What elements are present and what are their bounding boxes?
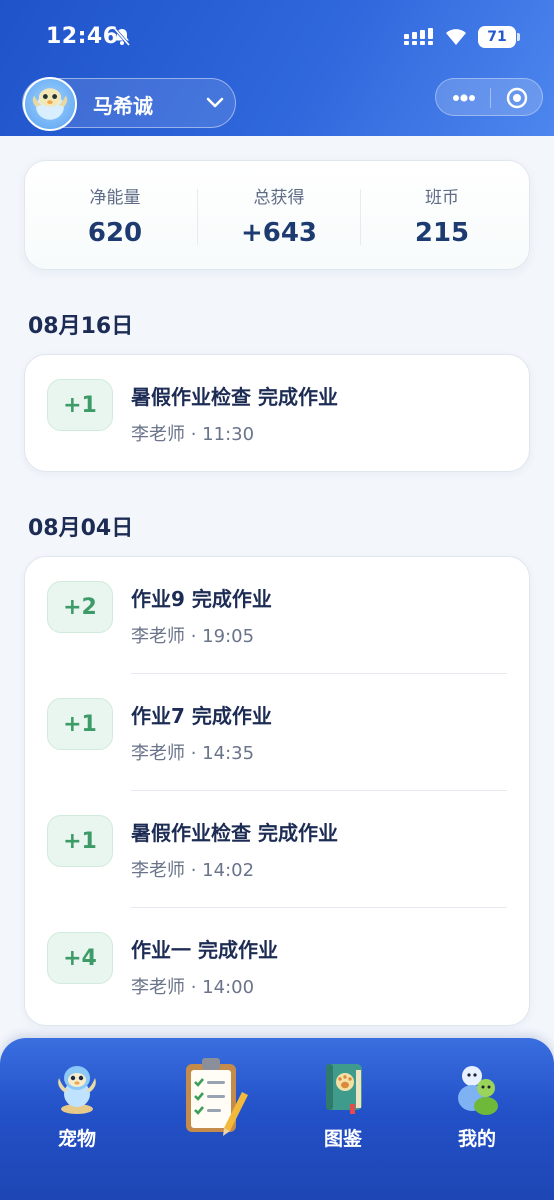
points-badge: +1	[47, 379, 113, 431]
stat-value: +643	[240, 218, 318, 248]
app-screen: 12:46 71 马希诚 净能量 620 总获得 +643 班币 215 08月…	[0, 0, 554, 1200]
nav-label: 宠物	[57, 1128, 96, 1150]
stat-label: 净能量	[89, 188, 141, 208]
date-header: 08月16日	[28, 314, 134, 339]
stat-value: 620	[87, 218, 143, 248]
nav-item-handbook[interactable]: 图鉴	[288, 1060, 398, 1151]
battery-level: 71	[478, 26, 516, 48]
record-title: 暑假作业检查 完成作业	[131, 821, 338, 845]
record-card: +2 作业9 完成作业 李老师 · 19:05 +1 作业7 完成作业 李老师 …	[24, 556, 530, 1026]
battery-tip	[517, 33, 520, 41]
miniprogram-capsule	[435, 78, 543, 116]
user-switcher[interactable]: 马希诚	[22, 77, 236, 131]
pet-icon	[58, 1066, 96, 1114]
record-title: 作业一 完成作业	[131, 938, 278, 962]
nav-item-tasks[interactable]	[176, 1052, 252, 1142]
more-icon[interactable]	[452, 92, 476, 104]
points-badge: +2	[47, 581, 113, 633]
pet-avatar-icon	[32, 88, 68, 120]
record-title: 作业7 完成作业	[131, 704, 272, 728]
signal-icon	[404, 28, 433, 45]
record-meta: 李老师 · 14:00	[131, 977, 255, 998]
points-badge: +1	[47, 815, 113, 867]
list-item[interactable]: +4 作业一 完成作业 李老师 · 14:00	[25, 908, 529, 1025]
date-header: 08月04日	[28, 516, 134, 541]
record-card: +1 暑假作业检查 完成作业 李老师 · 11:30	[24, 354, 530, 472]
points-badge: +1	[47, 698, 113, 750]
record-title: 暑假作业检查 完成作业	[131, 385, 338, 409]
paw-book-icon	[326, 1064, 362, 1114]
record-meta: 李老师 · 19:05	[131, 626, 255, 647]
capsule-divider	[490, 88, 491, 108]
summary-card: 净能量 620 总获得 +643 班币 215	[24, 160, 530, 270]
bell-muted-icon	[113, 28, 131, 46]
nav-item-pet[interactable]: 宠物	[22, 1060, 132, 1151]
nav-label: 图鉴	[323, 1128, 362, 1150]
stat-net-energy: 净能量 620	[31, 183, 199, 248]
record-title: 作业9 完成作业	[131, 587, 272, 611]
record-meta: 李老师 · 11:30	[131, 424, 255, 445]
stat-value: 215	[414, 218, 470, 248]
record-meta: 李老师 · 14:02	[131, 860, 255, 881]
stat-label: 班币	[425, 188, 459, 208]
record-meta: 李老师 · 14:35	[131, 743, 255, 764]
nav-item-mine[interactable]: 我的	[422, 1060, 532, 1151]
points-badge: +4	[47, 932, 113, 984]
list-item[interactable]: +2 作业9 完成作业 李老师 · 19:05	[25, 557, 529, 674]
stat-class-coins: 班币 215	[358, 183, 526, 248]
chevron-down-icon[interactable]	[206, 96, 224, 110]
wifi-icon	[446, 29, 466, 45]
stat-label: 总获得	[253, 188, 305, 208]
status-time: 12:46	[46, 24, 119, 49]
close-target-icon[interactable]	[506, 87, 528, 109]
list-item[interactable]: +1 作业7 完成作业 李老师 · 14:35	[25, 674, 529, 791]
list-item[interactable]: +1 暑假作业检查 完成作业 李老师 · 11:30	[25, 355, 529, 472]
avatar	[23, 77, 77, 131]
profile-figures-icon	[458, 1066, 498, 1115]
list-item[interactable]: +1 暑假作业检查 完成作业 李老师 · 14:02	[25, 791, 529, 908]
bottom-nav: 宠物 图鉴 我的	[0, 1038, 554, 1200]
header: 12:46 71 马希诚	[0, 0, 554, 136]
stat-total-earned: 总获得 +643	[195, 183, 363, 248]
clipboard-checklist-icon	[186, 1058, 248, 1136]
user-name: 马希诚	[93, 94, 153, 118]
nav-label: 我的	[457, 1128, 496, 1150]
